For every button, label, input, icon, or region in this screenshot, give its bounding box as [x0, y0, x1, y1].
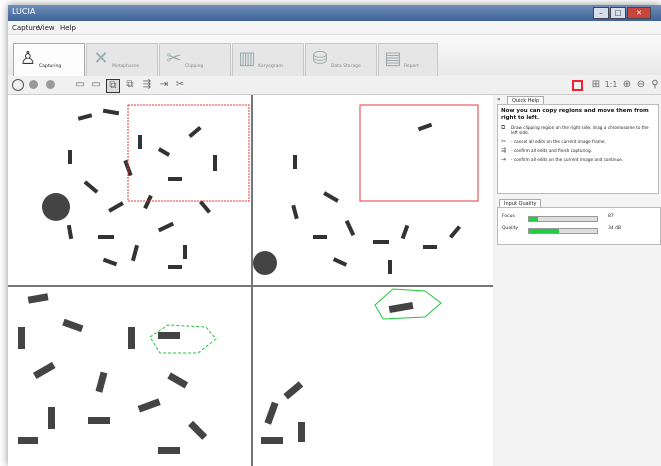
menu-help[interactable]: Help [60, 24, 76, 32]
quality-label: Quality [502, 226, 519, 231]
circle-filled-icon[interactable] [29, 80, 38, 89]
tab-metaphases[interactable]: ✕ Metaphases [86, 43, 158, 76]
confirm-continue-icon[interactable]: ⇥ [158, 79, 170, 91]
image-grid [8, 95, 493, 466]
quality-bar [528, 228, 598, 234]
tab-clipping-label: Clipping [185, 64, 204, 69]
tab-capturing[interactable]: ♙ Capturing [13, 43, 85, 76]
quality-value: 34 dB [608, 226, 622, 231]
tab-clipping[interactable]: ✂ Clipping [159, 43, 231, 76]
cancel-edits-icon: ✂ [501, 138, 507, 145]
title-bar: LUCIA – □ ✕ [8, 5, 661, 21]
karyogram-icon: ▥ [238, 48, 256, 69]
clip-region-icon[interactable]: ⧉ [106, 79, 120, 93]
menu-view[interactable]: View [38, 24, 55, 32]
focus-label: Focus [502, 214, 515, 219]
focus-bar-fill [529, 217, 538, 221]
menu-capture[interactable]: Capture [12, 24, 40, 32]
quick-help-line-3: ⇶ - confirm all edits and finish capturi… [501, 147, 593, 154]
confirm-continue-icon: ⇥ [501, 156, 507, 163]
tab-report[interactable]: ▤ Report [378, 43, 438, 76]
cancel-edits-icon[interactable]: ✂ [174, 79, 186, 91]
window-controls: – □ ✕ [593, 7, 651, 19]
circle-filled-icon-2[interactable] [46, 80, 55, 89]
close-button[interactable]: ✕ [627, 7, 651, 19]
metaphase-image-top-right [253, 104, 479, 275]
image-frame-top-left[interactable] [8, 95, 251, 285]
focus-bar [528, 216, 598, 222]
fit-grid-icon[interactable]: ⊞ [590, 79, 602, 91]
metaphases-icon: ✕ [93, 48, 109, 69]
quick-help-box: Now you can copy regions and move them f… [497, 104, 659, 194]
red-frame-icon[interactable] [572, 80, 583, 91]
clip-region-left[interactable] [127, 104, 250, 202]
zoom-out-icon[interactable]: ⊖ [635, 79, 647, 91]
tab-data-storage-label: Data Storage [331, 64, 361, 69]
tab-karyogram-label: Karyogram [258, 64, 283, 69]
circle-outline-icon[interactable] [12, 79, 24, 91]
app-window: LUCIA – □ ✕ Capture View Help ♙ Capturin… [8, 5, 661, 466]
rectangle-pair-icon[interactable]: ▭ [90, 79, 102, 91]
tab-capturing-label: Capturing [39, 64, 62, 69]
frame-divider-vertical[interactable] [251, 95, 253, 466]
toolbar: ▭ ▭ ⧉ ⧉ ⇶ ⇥ ✂ ⊞ 1:1 ⊕ ⊖ ⚲ [8, 76, 661, 95]
window-title: LUCIA [12, 7, 36, 16]
side-panel: » Quick Help Now you can copy regions an… [495, 95, 661, 466]
confirm-finish-icon[interactable]: ⇶ [141, 79, 153, 91]
quick-help-line-1: ⧉ Draw clipping region on the right side… [501, 124, 649, 136]
clip-region-icon: ⧉ [501, 124, 506, 131]
input-quality-box: Focus 87 Quality 34 dB [497, 207, 661, 245]
metaphase-image-bottom-left [18, 293, 217, 454]
tab-data-storage[interactable]: ⛁ Data Storage [305, 43, 377, 76]
tab-report-label: Report [404, 64, 419, 69]
panel-expander[interactable]: » [497, 96, 501, 103]
microscope-icon: ♙ [19, 48, 37, 69]
metaphase-image-bottom-right [261, 288, 442, 444]
menu-bar: Capture View Help [8, 21, 661, 35]
maximize-button[interactable]: □ [610, 7, 626, 19]
frame-divider-horizontal[interactable] [8, 285, 493, 287]
quick-help-line-4: ⇥ - confirm all edits on the current ima… [501, 156, 624, 163]
quick-help-heading: Now you can copy regions and move them f… [501, 108, 649, 121]
image-frame-top-right[interactable] [253, 95, 493, 285]
confirm-finish-icon: ⇶ [501, 147, 507, 154]
rectangle-icon[interactable]: ▭ [74, 79, 86, 91]
tab-metaphases-label: Metaphases [112, 64, 140, 69]
metaphase-image-top-left [42, 104, 250, 269]
quality-bar-fill [529, 229, 559, 233]
database-icon: ⛁ [312, 48, 328, 69]
image-frame-bottom-left[interactable] [8, 287, 251, 466]
focus-value: 87 [608, 214, 614, 219]
quick-help-line-2: ✂ - cancel all edits on the current imag… [501, 138, 606, 145]
image-frame-bottom-right[interactable] [253, 287, 493, 466]
tab-karyogram[interactable]: ▥ Karyogram [232, 43, 304, 76]
workflow-tabs: ♙ Capturing ✕ Metaphases ✂ Clipping ▥ Ka… [8, 35, 661, 76]
zoom-1-1-button[interactable]: 1:1 [604, 79, 618, 91]
minimize-button[interactable]: – [593, 7, 609, 19]
scissors-icon: ✂ [166, 48, 182, 69]
zoom-in-icon[interactable]: ⊕ [621, 79, 633, 91]
report-icon: ▤ [384, 48, 402, 69]
zoom-icon[interactable]: ⚲ [649, 79, 661, 91]
clip-region-right[interactable] [359, 104, 479, 202]
copy-icon[interactable]: ⧉ [124, 79, 136, 91]
